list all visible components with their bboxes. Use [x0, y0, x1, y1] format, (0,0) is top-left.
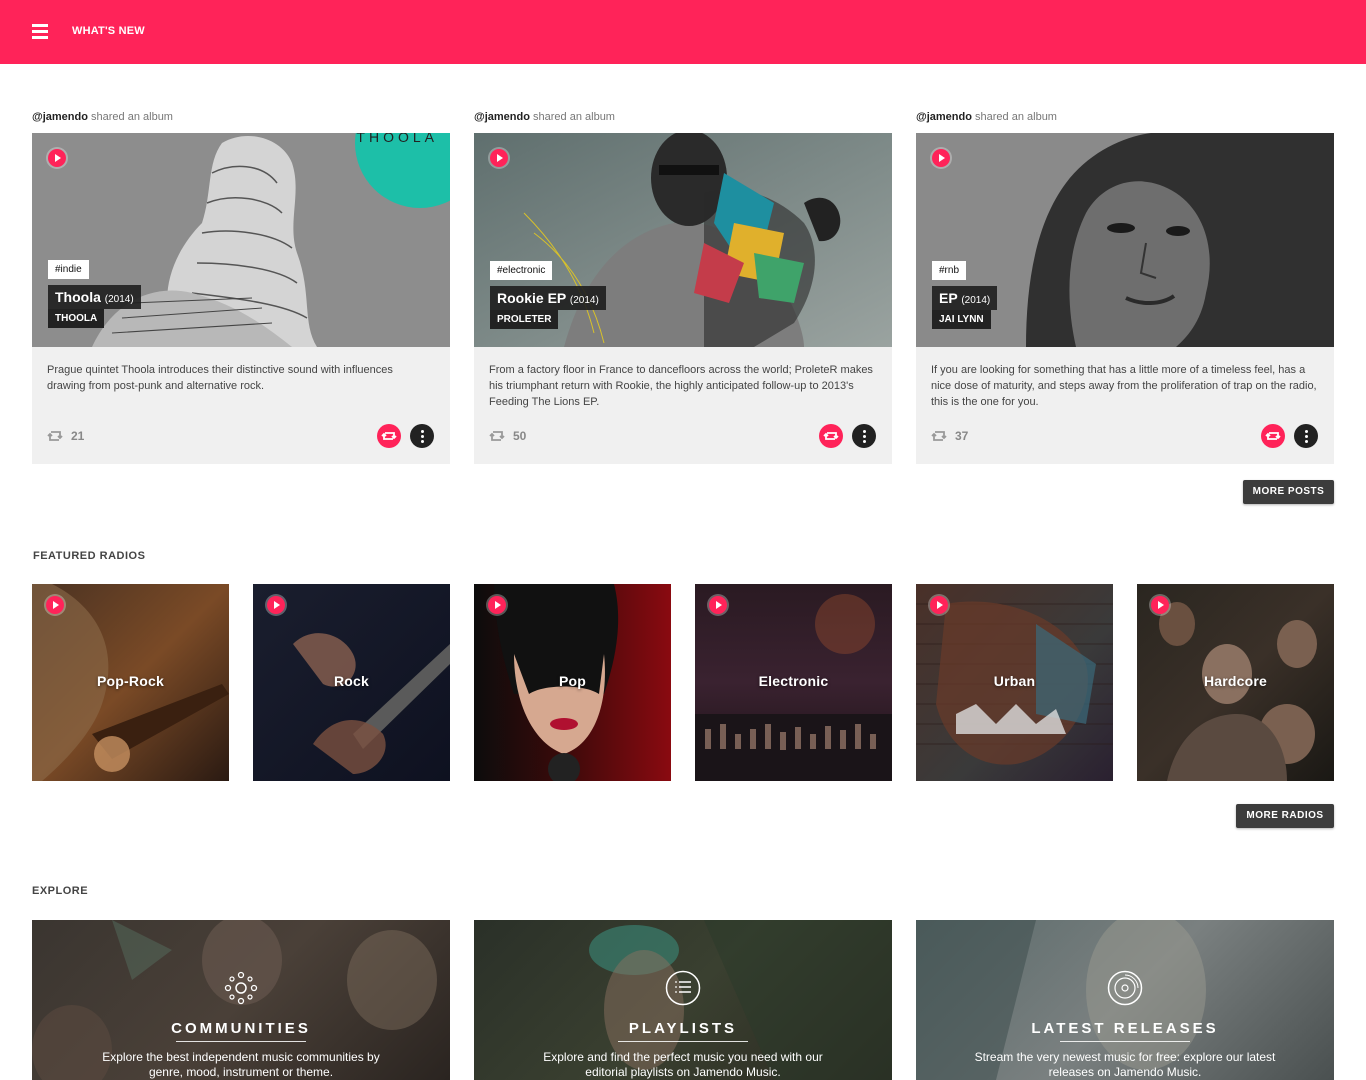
- radio-name: Urban: [993, 673, 1036, 689]
- playlist-icon: [665, 970, 701, 1006]
- more-posts-button[interactable]: MORE POSTS: [1243, 480, 1334, 504]
- album-year: (2014): [104, 294, 134, 305]
- explore-card-communities[interactable]: COMMUNITIES Explore the best independent…: [32, 920, 450, 1080]
- repost-count: 37: [955, 429, 969, 443]
- repost-count: 21: [71, 429, 85, 443]
- explore-description: Stream the very newest music for free: e…: [974, 1050, 1276, 1079]
- post-action: shared an album: [533, 111, 615, 123]
- radio-card-pop[interactable]: Pop: [474, 584, 671, 781]
- play-button[interactable]: [709, 596, 727, 614]
- post-body: If you are looking for something that ha…: [916, 347, 1334, 464]
- explore-heading: EXPLORE: [32, 885, 89, 897]
- repost-button[interactable]: [1261, 424, 1285, 448]
- more-options-button[interactable]: [410, 424, 434, 448]
- post-user[interactable]: @jamendo: [916, 111, 972, 123]
- radio-name: Hardcore: [1203, 673, 1268, 689]
- post-card: @jamendo shared an album #electronic Roo…: [474, 110, 892, 464]
- repost-icon: [489, 431, 505, 441]
- post-body: From a factory floor in France to dancef…: [474, 347, 892, 464]
- genre-tag[interactable]: #indie: [48, 260, 89, 279]
- cover-lettering: THOOLA: [356, 133, 438, 145]
- radio-name: Electronic: [758, 673, 829, 689]
- page-title: WHAT'S NEW: [72, 25, 145, 37]
- vinyl-disc-icon: [1107, 970, 1143, 1006]
- post-share-line: @jamendo shared an album: [32, 110, 450, 133]
- album-name: Rookie EP: [497, 290, 566, 306]
- top-bar: WHAT'S NEW: [0, 0, 1366, 64]
- album-cover[interactable]: #electronic Rookie EP (2014) PROLETER: [474, 133, 892, 347]
- repost-button[interactable]: [377, 424, 401, 448]
- play-button[interactable]: [932, 149, 950, 167]
- post-share-line: @jamendo shared an album: [916, 110, 1334, 133]
- title-underline: [176, 1041, 306, 1042]
- explore-description: Explore the best independent music commu…: [102, 1050, 380, 1079]
- explore-title: PLAYLISTS: [628, 1020, 738, 1037]
- featured-radios-heading: FEATURED RADIOS: [33, 550, 146, 562]
- post-action: shared an album: [975, 111, 1057, 123]
- post-description: From a factory floor in France to dancef…: [489, 364, 873, 408]
- play-button[interactable]: [267, 596, 285, 614]
- explore-card-playlists[interactable]: PLAYLISTS Explore and find the perfect m…: [474, 920, 892, 1080]
- album-cover[interactable]: #rnb EP (2014) JAI LYNN: [916, 133, 1334, 347]
- more-options-button[interactable]: [1294, 424, 1318, 448]
- play-button[interactable]: [48, 149, 66, 167]
- post-action: shared an album: [91, 111, 173, 123]
- radio-card-electronic[interactable]: Electronic: [695, 584, 892, 781]
- repost-icon: [1265, 432, 1281, 440]
- repost-button[interactable]: [819, 424, 843, 448]
- explore-description: Explore and find the perfect music you n…: [543, 1050, 823, 1079]
- play-button[interactable]: [490, 149, 508, 167]
- play-button[interactable]: [1151, 596, 1169, 614]
- hamburger-menu-icon[interactable]: [32, 24, 48, 40]
- post-user[interactable]: @jamendo: [32, 111, 88, 123]
- genre-tag[interactable]: #rnb: [932, 261, 967, 280]
- radio-name: Rock: [333, 673, 370, 689]
- post-description: If you are looking for something that ha…: [931, 364, 1317, 408]
- genre-tag[interactable]: #electronic: [490, 261, 553, 280]
- radio-card-rock[interactable]: Rock: [253, 584, 450, 781]
- post-card: @jamendo shared an album #rnb EP (2014) …: [916, 110, 1334, 464]
- album-title[interactable]: Thoola (2014): [48, 285, 141, 309]
- artist-name[interactable]: PROLETER: [490, 310, 559, 329]
- repost-counter: 50: [489, 429, 526, 443]
- more-options-button[interactable]: [852, 424, 876, 448]
- communities-icon: [224, 971, 258, 1005]
- radio-card-urban[interactable]: Urban: [916, 584, 1113, 781]
- album-title[interactable]: EP (2014): [932, 286, 998, 310]
- repost-count: 50: [513, 429, 527, 443]
- explore-title: COMMUNITIES: [171, 1020, 311, 1037]
- radio-card-hardcore[interactable]: Hardcore: [1137, 584, 1334, 781]
- album-title[interactable]: Rookie EP (2014): [490, 286, 606, 310]
- radio-name: Pop: [558, 673, 587, 689]
- more-radios-button[interactable]: MORE RADIOS: [1236, 804, 1334, 828]
- post-share-line: @jamendo shared an album: [474, 110, 892, 133]
- radio-name: Pop-Rock: [97, 673, 164, 689]
- title-underline: [1060, 1041, 1190, 1042]
- album-name: EP: [939, 290, 958, 306]
- album-year: (2014): [569, 295, 599, 306]
- play-button[interactable]: [488, 596, 506, 614]
- post-card: @jamendo shared an album THOOLA #indie T…: [32, 110, 450, 464]
- artist-name[interactable]: JAI LYNN: [932, 310, 991, 329]
- explore-card-latest-releases[interactable]: LATEST RELEASES Stream the very newest m…: [916, 920, 1334, 1080]
- post-user[interactable]: @jamendo: [474, 111, 530, 123]
- play-button[interactable]: [46, 596, 64, 614]
- album-year: (2014): [961, 295, 991, 306]
- radio-card-pop-rock[interactable]: Pop-Rock: [32, 584, 229, 781]
- title-underline: [618, 1041, 748, 1042]
- artist-name[interactable]: THOOLA: [48, 309, 105, 328]
- play-button[interactable]: [930, 596, 948, 614]
- post-description: Prague quintet Thoola introduces their d…: [47, 364, 393, 392]
- repost-icon: [47, 431, 63, 441]
- album-cover[interactable]: THOOLA #indie Thoola (2014) THOOLA: [32, 133, 450, 347]
- repost-icon: [381, 432, 397, 440]
- repost-icon: [931, 431, 947, 441]
- repost-counter: 37: [931, 429, 968, 443]
- explore-title: LATEST RELEASES: [1031, 1020, 1219, 1037]
- post-body: Prague quintet Thoola introduces their d…: [32, 347, 450, 464]
- album-name: Thoola: [55, 289, 101, 305]
- repost-icon: [823, 432, 839, 440]
- repost-counter: 21: [47, 429, 84, 443]
